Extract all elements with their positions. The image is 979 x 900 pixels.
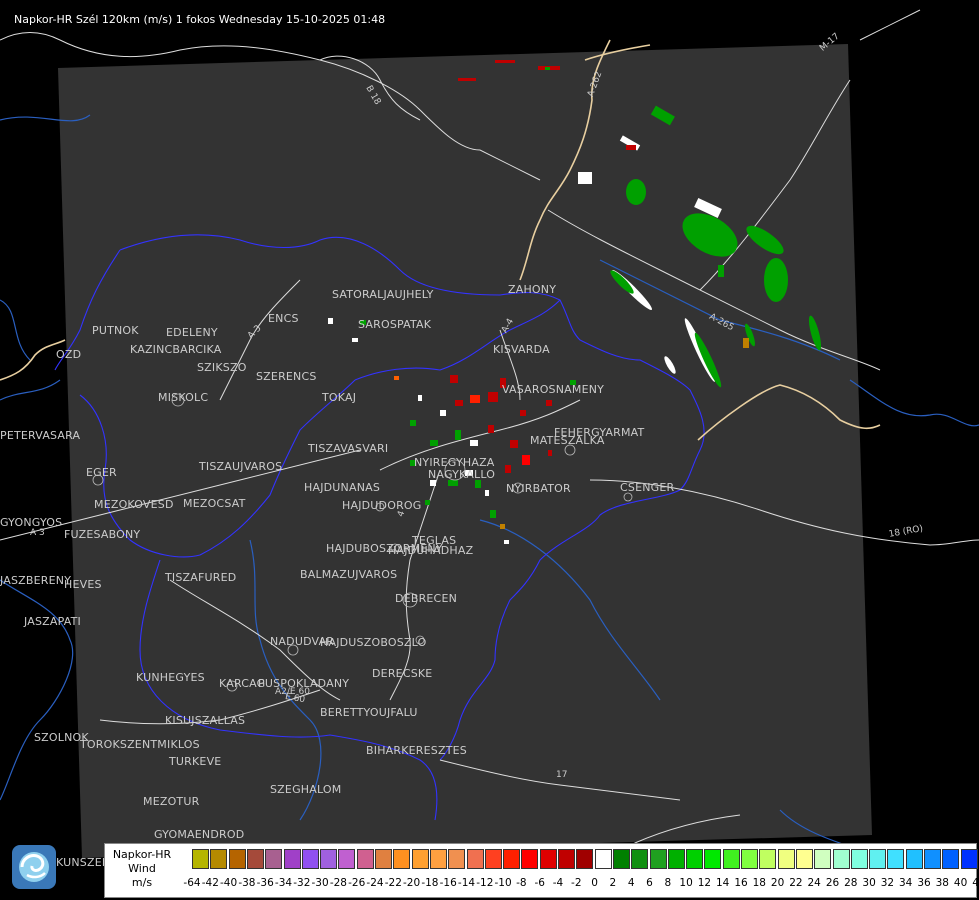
town-label: KAZINCBARCIKA bbox=[130, 343, 222, 356]
town-label: GYOMAENDROD bbox=[154, 828, 245, 841]
legend-swatch bbox=[887, 849, 905, 869]
town-label: KUNHEGYES bbox=[136, 671, 205, 684]
legend-swatch bbox=[210, 849, 228, 869]
legend-swatch bbox=[558, 849, 575, 869]
town-label: TISZAUJVAROS bbox=[199, 460, 283, 473]
town-label: SZIKSZO bbox=[197, 361, 247, 374]
legend-swatch bbox=[741, 849, 758, 869]
legend-swatch bbox=[832, 849, 850, 869]
road-label: A 3 bbox=[30, 528, 45, 538]
legend-swatch bbox=[686, 849, 704, 869]
legend-swatch bbox=[228, 849, 246, 869]
legend-title-line2: Wind bbox=[128, 862, 156, 875]
town-label: MATESZALKA bbox=[530, 434, 605, 447]
legend-swatch bbox=[905, 849, 923, 869]
legend-swatch bbox=[375, 849, 392, 869]
town-label: HAJDUNANAS bbox=[304, 481, 381, 494]
town-label: EGER bbox=[86, 466, 117, 479]
legend-swatch bbox=[942, 849, 960, 869]
town-label: EDELENY bbox=[166, 326, 218, 339]
town-label: DEBRECEN bbox=[395, 592, 458, 605]
legend-swatch bbox=[594, 849, 612, 869]
town-label: MEZOCSAT bbox=[183, 497, 246, 510]
legend-swatch bbox=[722, 849, 740, 869]
town-label: SZERENCS bbox=[256, 370, 317, 383]
town-label: TISZAVASVARI bbox=[308, 442, 389, 455]
legend-swatch bbox=[814, 849, 832, 869]
town-label: TURKEVE bbox=[169, 755, 222, 768]
town-label: KISVARDA bbox=[493, 343, 550, 356]
map-title: Napkor-HR Szél 120km (m/s) 1 fokos Wedne… bbox=[14, 13, 386, 26]
legend-swatch bbox=[869, 849, 887, 869]
town-label: ENCS bbox=[268, 312, 299, 325]
town-label: PUTNOK bbox=[92, 324, 139, 337]
town-label: HAJDUSZOBOSZLO bbox=[320, 636, 427, 649]
town-label: DERECSKE bbox=[372, 667, 433, 680]
town-label: TISZAFURED bbox=[165, 571, 237, 584]
town-label: SZEGHALOM bbox=[270, 783, 342, 796]
town-label: HAJDUDOROG bbox=[342, 499, 422, 512]
legend-title-line3: m/s bbox=[131, 876, 153, 889]
legend-swatch bbox=[448, 849, 466, 869]
legend-swatch bbox=[704, 849, 722, 869]
legend-swatch bbox=[301, 849, 319, 869]
legend-swatch bbox=[503, 849, 521, 869]
legend-title-line1: Napkor-HR bbox=[112, 848, 172, 861]
legend-swatch bbox=[429, 849, 447, 869]
legend-swatch bbox=[393, 849, 411, 869]
legend-swatch bbox=[960, 849, 978, 869]
legend-swatch bbox=[777, 849, 795, 869]
town-label: PETERVASARA bbox=[0, 429, 81, 442]
town-label: BIHARKERESZTES bbox=[366, 744, 467, 757]
legend-swatch bbox=[192, 849, 209, 869]
town-label: MISKOLC bbox=[158, 391, 209, 404]
radar-map bbox=[0, 0, 979, 900]
legend-swatch bbox=[924, 849, 941, 869]
legend-swatch bbox=[466, 849, 484, 869]
napkor-logo-icon bbox=[12, 845, 56, 889]
legend-swatch bbox=[539, 849, 557, 869]
legend-swatch bbox=[283, 849, 301, 869]
legend-swatch bbox=[338, 849, 356, 869]
legend-swatch bbox=[356, 849, 374, 869]
town-label: HAJDUHADHAZ bbox=[388, 544, 474, 557]
town-label: SAROSPATAK bbox=[358, 318, 432, 331]
town-label: VASAROSNAMENY bbox=[502, 383, 605, 396]
legend-swatch bbox=[667, 849, 685, 869]
town-label: BALMAZUJVAROS bbox=[300, 568, 398, 581]
town-label: BERETTYOUJFALU bbox=[320, 706, 418, 719]
town-label: MEZOKOVESD bbox=[94, 498, 174, 511]
legend-swatch bbox=[631, 849, 649, 869]
town-label: JASZAPATI bbox=[24, 615, 81, 628]
town-label: CSENGER bbox=[620, 481, 675, 494]
town-label: JASZBERENY bbox=[0, 574, 72, 587]
legend-swatch bbox=[795, 849, 813, 869]
wind-legend: Napkor-HR Wind m/s -64 -42 -40 -38 -36 -34 -32… bbox=[104, 843, 979, 898]
legend-swatch bbox=[649, 849, 667, 869]
town-label: ZAHONY bbox=[508, 283, 557, 296]
legend-swatch bbox=[320, 849, 338, 869]
legend-swatch bbox=[850, 849, 868, 869]
town-label: SATORALJAUJHELY bbox=[332, 288, 434, 301]
legend-swatch bbox=[612, 849, 630, 869]
legend-swatch bbox=[521, 849, 539, 869]
legend-swatch bbox=[411, 849, 429, 869]
town-label: MEZOTUR bbox=[143, 795, 200, 808]
town-label: OZD bbox=[56, 348, 82, 361]
legend-swatch bbox=[759, 849, 777, 869]
town-label: TOROKSZENTMIKLOS bbox=[80, 738, 200, 751]
legend-swatch bbox=[484, 849, 502, 869]
legend-swatch bbox=[246, 849, 264, 869]
town-label: KISUJSZALLAS bbox=[165, 714, 246, 727]
town-label: FUZESABONY bbox=[64, 528, 141, 541]
legend-title: Napkor-HR Wind m/s bbox=[107, 848, 177, 890]
road-label: 17 bbox=[556, 770, 568, 780]
town-label: NYIRBATOR bbox=[506, 482, 571, 495]
town-label: NAGYKALLO bbox=[428, 468, 496, 481]
radar-coverage-area bbox=[58, 44, 872, 858]
legend-swatch bbox=[576, 849, 594, 869]
town-label: TOKAJ bbox=[322, 391, 357, 404]
legend-label: 42 bbox=[972, 877, 979, 889]
legend-swatch bbox=[265, 849, 283, 869]
